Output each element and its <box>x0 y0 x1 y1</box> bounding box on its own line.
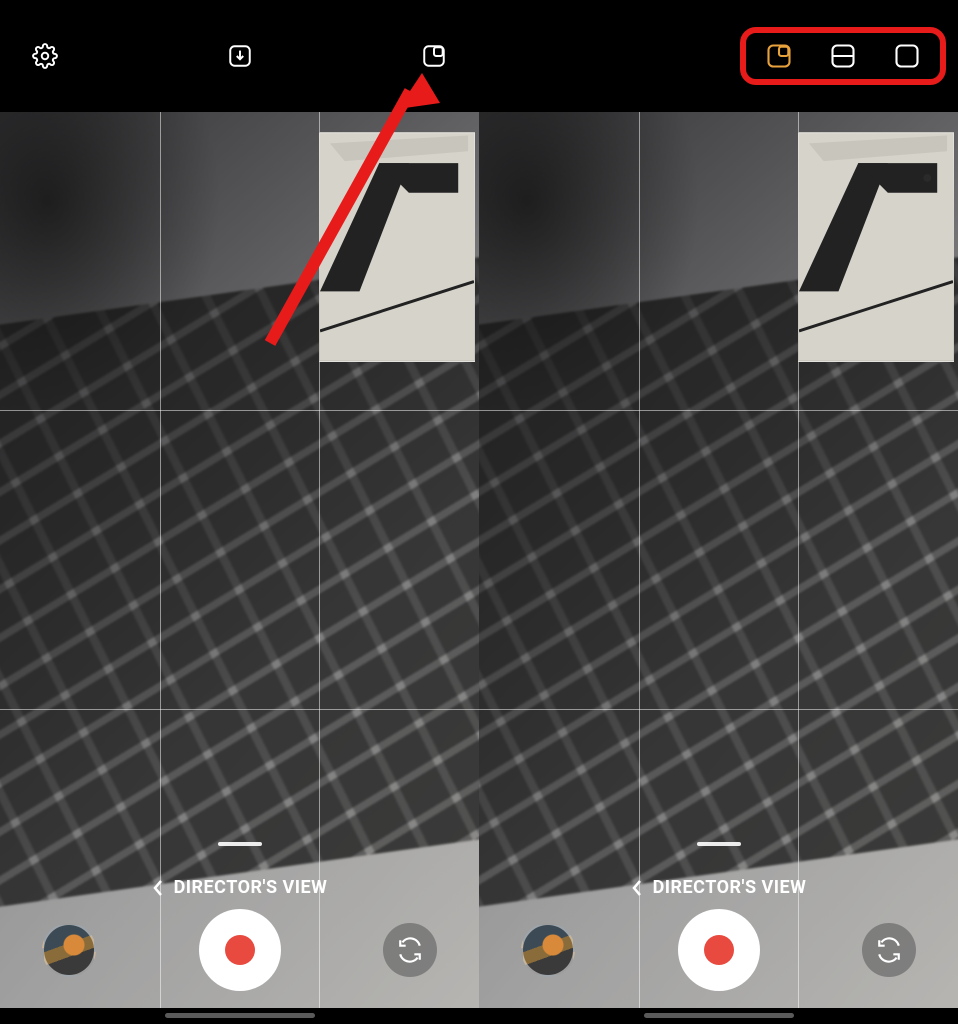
record-button[interactable] <box>199 909 281 991</box>
viewfinder[interactable]: DIRECTOR'S VIEW <box>0 112 479 1008</box>
home-indicator[interactable] <box>644 1013 794 1018</box>
mode-selector[interactable]: DIRECTOR'S VIEW <box>0 877 479 898</box>
layout-options-panel <box>740 27 946 85</box>
settings-button[interactable] <box>30 41 60 71</box>
layout-option-pip[interactable] <box>764 41 794 71</box>
pip-layout-icon <box>765 42 793 70</box>
pip-layout-icon <box>421 43 447 69</box>
gallery-button[interactable] <box>42 923 96 977</box>
record-dot-icon <box>225 935 255 965</box>
layout-option-split[interactable] <box>828 41 858 71</box>
gear-icon <box>32 43 58 69</box>
mode-selector[interactable]: DIRECTOR'S VIEW <box>479 877 958 898</box>
download-icon <box>227 43 253 69</box>
pip-content <box>799 133 953 361</box>
split-layout-icon <box>829 42 857 70</box>
viewfinder[interactable]: DIRECTOR'S VIEW <box>479 112 958 1008</box>
chevron-left-icon <box>152 879 164 897</box>
system-nav-bar <box>479 1008 958 1024</box>
layout-selector-button[interactable] <box>419 41 449 71</box>
left-screenshot: DIRECTOR'S VIEW <box>0 0 479 1024</box>
home-indicator[interactable] <box>165 1013 315 1018</box>
save-button[interactable] <box>225 41 255 71</box>
pip-preview[interactable] <box>798 132 954 362</box>
mode-label: DIRECTOR'S VIEW <box>653 877 807 898</box>
gallery-button[interactable] <box>521 923 575 977</box>
pip-content <box>320 133 474 361</box>
chevron-left-icon <box>631 879 643 897</box>
switch-camera-icon <box>876 937 902 963</box>
camera-controls <box>479 900 958 1000</box>
pip-preview[interactable] <box>319 132 475 362</box>
switch-camera-icon <box>397 937 423 963</box>
switch-camera-button[interactable] <box>383 923 437 977</box>
drawer-handle[interactable] <box>218 842 262 846</box>
top-bar <box>479 0 958 112</box>
single-layout-icon <box>893 42 921 70</box>
camera-controls <box>0 900 479 1000</box>
system-nav-bar <box>0 1008 479 1024</box>
top-bar <box>0 0 479 112</box>
layout-option-single[interactable] <box>892 41 922 71</box>
mode-label: DIRECTOR'S VIEW <box>174 877 328 898</box>
record-button[interactable] <box>678 909 760 991</box>
switch-camera-button[interactable] <box>862 923 916 977</box>
record-dot-icon <box>704 935 734 965</box>
drawer-handle[interactable] <box>697 842 741 846</box>
right-screenshot: DIRECTOR'S VIEW <box>479 0 958 1024</box>
